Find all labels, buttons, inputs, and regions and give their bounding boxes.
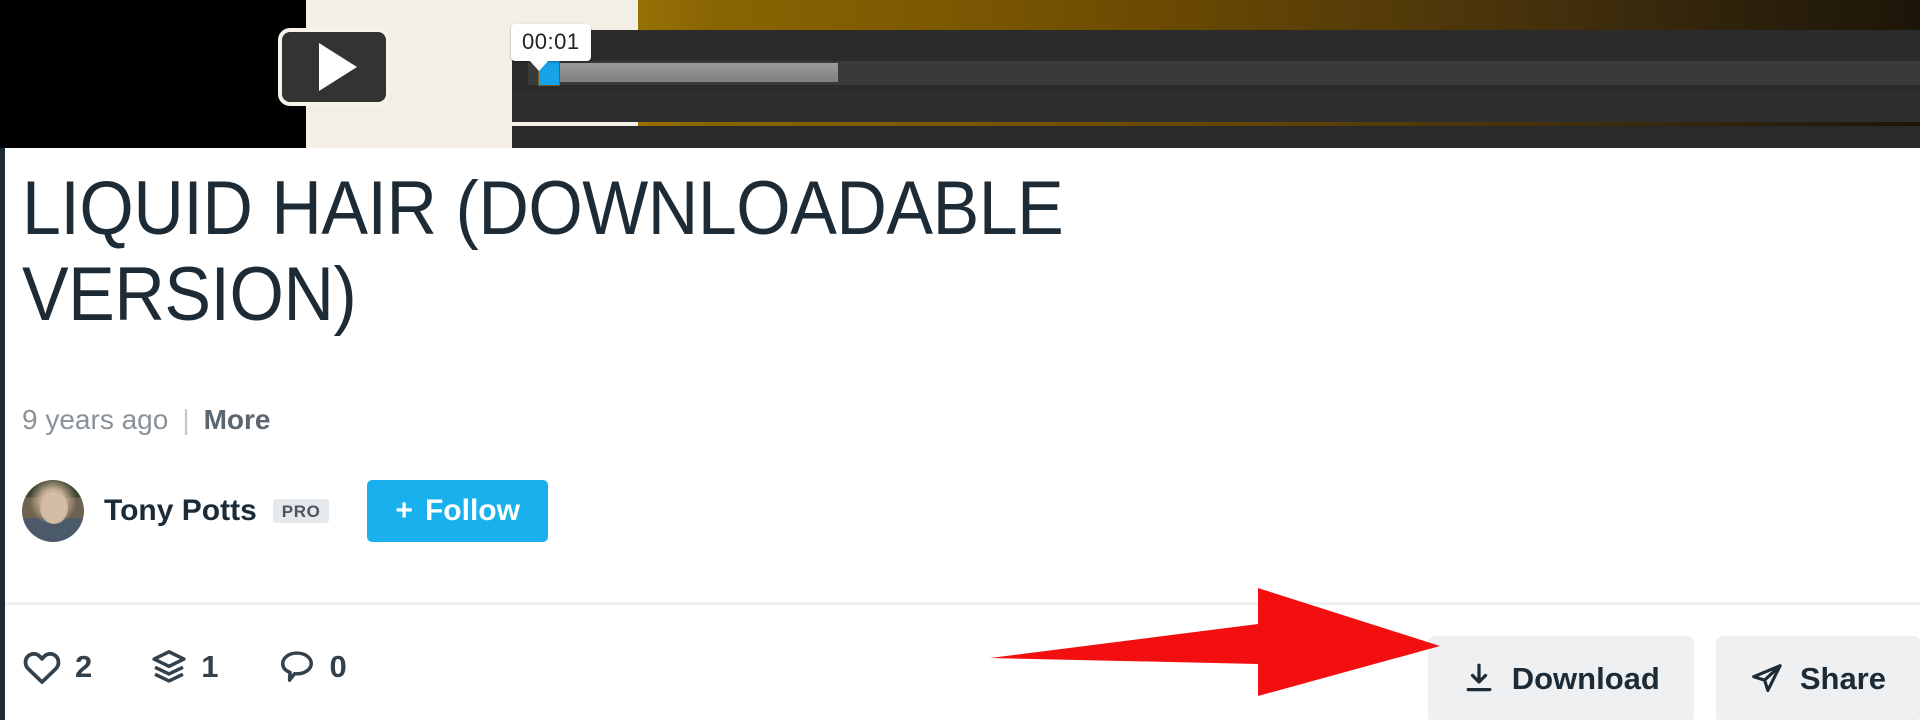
video-player[interactable]: 00:01 xyxy=(0,0,1920,148)
pro-badge: PRO xyxy=(272,499,330,523)
timecode-tooltip: 00:01 xyxy=(511,24,591,71)
heart-icon xyxy=(22,649,62,685)
play-button[interactable] xyxy=(278,28,390,106)
comments-stat[interactable]: 0 xyxy=(277,648,347,686)
download-icon xyxy=(1462,661,1496,698)
likes-count: 2 xyxy=(75,649,93,684)
comment-icon xyxy=(277,648,317,686)
plus-icon: + xyxy=(395,494,413,527)
likes-stat[interactable]: 2 xyxy=(22,649,92,685)
comments-count: 0 xyxy=(329,649,347,684)
download-button-label: Download xyxy=(1511,661,1660,696)
player-bar-bottom xyxy=(512,92,1920,122)
video-meta: 9 years ago | More xyxy=(22,404,271,436)
follow-button[interactable]: + Follow xyxy=(367,480,548,542)
stats-row: 2 1 0 xyxy=(22,648,405,686)
video-letterbox xyxy=(0,0,306,146)
share-icon xyxy=(1750,661,1784,698)
progress-fill xyxy=(552,63,838,82)
author-name[interactable]: Tony Potts xyxy=(104,494,257,528)
share-button[interactable]: Share xyxy=(1715,636,1920,720)
collections-stat[interactable]: 1 xyxy=(150,648,219,686)
avatar[interactable] xyxy=(22,480,84,542)
play-icon xyxy=(319,43,357,91)
page-title: LIQUID HAIR (DOWNLOADABLE VERSION) xyxy=(22,166,1064,337)
download-button[interactable]: Download xyxy=(1427,636,1694,720)
collections-count: 1 xyxy=(201,649,219,684)
section-divider xyxy=(5,602,1920,605)
vimeo-video-page: 00:01 LIQUID HAIR (DOWNLOADABLE VERSION)… xyxy=(0,0,1920,720)
left-edge-rule xyxy=(0,148,5,720)
video-details: LIQUID HAIR (DOWNLOADABLE VERSION) 9 yea… xyxy=(0,148,1920,720)
collections-icon xyxy=(150,648,188,686)
author-row: Tony Potts PRO + Follow xyxy=(22,480,548,542)
more-link[interactable]: More xyxy=(204,404,271,436)
upload-date: 9 years ago xyxy=(22,404,169,435)
action-buttons: Download Share xyxy=(1406,636,1920,720)
meta-separator: | xyxy=(182,404,190,435)
player-bar-bottom-2 xyxy=(512,126,1920,148)
follow-button-label: Follow xyxy=(424,494,520,527)
share-button-label: Share xyxy=(1799,661,1886,696)
